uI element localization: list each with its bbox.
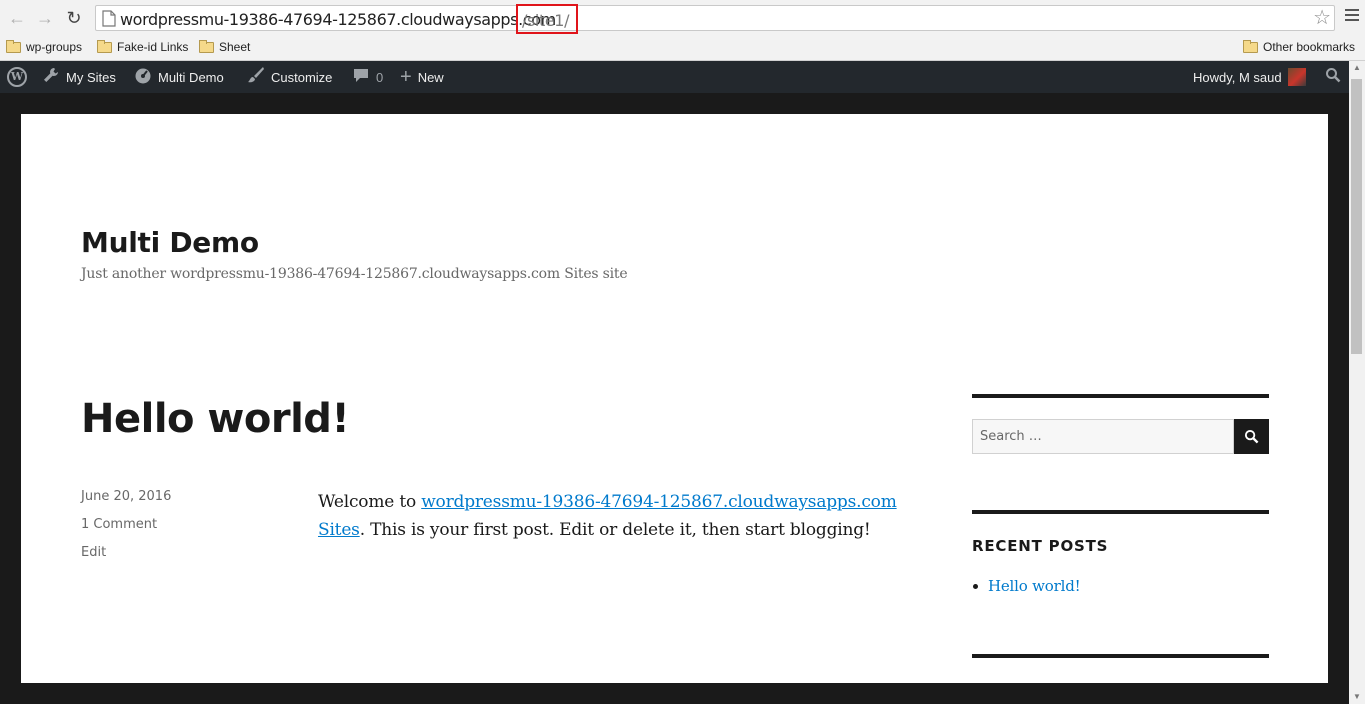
browser-toolbar: ← → ↻ wordpressmu-19386-47694-125867.clo…	[0, 0, 1365, 36]
customize-link[interactable]: Customize	[247, 61, 332, 93]
post-body-prefix: Welcome to	[318, 492, 422, 512]
bookmark-label: wp-groups	[26, 40, 83, 54]
list-bullet	[973, 584, 978, 589]
bookmark-wp-groups[interactable]: wp-groups	[6, 39, 83, 54]
site-name-label: Multi Demo	[158, 69, 224, 85]
wordpress-logo-icon: W	[7, 67, 27, 87]
dashboard-icon	[134, 66, 152, 88]
url-host: wordpressmu-19386-47694-125867.cloudways…	[120, 10, 556, 29]
folder-icon	[97, 39, 112, 53]
scroll-down-icon[interactable]: ▼	[1349, 690, 1365, 704]
forward-arrow-icon[interactable]: →	[34, 7, 56, 29]
page-scrollbar[interactable]: ▲ ▼	[1349, 61, 1365, 704]
my-sites-menu[interactable]: My Sites	[42, 61, 116, 93]
recent-post-link[interactable]: Hello world!	[988, 577, 1081, 595]
menu-icon[interactable]	[1345, 9, 1359, 23]
back-arrow-icon[interactable]: ←	[6, 7, 28, 29]
widget-divider	[972, 510, 1269, 514]
new-content-menu[interactable]: + New	[400, 61, 444, 93]
search-input[interactable]: Search …	[972, 419, 1234, 454]
star-icon[interactable]: ☆	[1313, 7, 1331, 29]
search-toggle[interactable]	[1325, 61, 1341, 93]
post-title[interactable]: Hello world!	[81, 396, 350, 442]
plus-icon: +	[400, 66, 412, 88]
folder-icon	[1243, 39, 1258, 53]
site-name-menu[interactable]: Multi Demo	[134, 61, 224, 93]
wrench-icon	[42, 66, 60, 88]
post-body-suffix: . This is your first post. Edit or delet…	[359, 520, 871, 540]
widget-divider	[972, 654, 1269, 658]
other-bookmarks[interactable]: Other bookmarks	[1243, 39, 1356, 54]
page-icon	[102, 10, 116, 27]
search-icon	[1325, 67, 1341, 87]
folder-icon	[6, 39, 21, 53]
comment-bubble-icon	[352, 66, 370, 88]
wp-logo-menu[interactable]: W	[7, 61, 27, 93]
post-date[interactable]: June 20, 2016	[81, 489, 171, 504]
bookmark-label: Sheet	[219, 40, 251, 54]
comments-link[interactable]: 0	[352, 61, 383, 93]
reload-icon[interactable]: ↻	[63, 7, 85, 29]
bookmark-fake-id-links[interactable]: Fake-id Links	[97, 39, 189, 54]
avatar	[1287, 68, 1306, 86]
bookmark-label: Fake-id Links	[117, 40, 189, 54]
recent-posts-heading: RECENT POSTS	[972, 537, 1109, 555]
url-path-highlighted: /site1/	[516, 4, 578, 34]
scroll-thumb[interactable]	[1351, 79, 1362, 354]
search-button[interactable]	[1234, 419, 1269, 454]
comments-count: 0	[376, 69, 384, 85]
address-bar[interactable]: wordpressmu-19386-47694-125867.cloudways…	[95, 4, 1335, 34]
site-description: Just another wordpressmu-19386-47694-125…	[81, 266, 628, 282]
customize-label: Customize	[271, 69, 333, 85]
my-account-menu[interactable]: Howdy, M saud	[1193, 61, 1306, 93]
folder-icon	[199, 39, 214, 53]
wp-admin-bar: W My Sites Multi Demo Customize 0 + New …	[0, 61, 1356, 93]
bookmarks-bar: wp-groups Fake-id Links Sheet Other book…	[0, 36, 1365, 61]
other-bookmarks-label: Other bookmarks	[1263, 40, 1356, 54]
widget-divider	[972, 394, 1269, 398]
scroll-up-icon[interactable]: ▲	[1349, 61, 1365, 75]
post-edit-link[interactable]: Edit	[81, 545, 106, 560]
post-comments-link[interactable]: 1 Comment	[81, 517, 157, 532]
search-icon	[1244, 429, 1259, 444]
howdy-label: Howdy, M saud	[1193, 69, 1282, 85]
my-sites-label: My Sites	[66, 69, 116, 85]
post-content: Welcome to wordpressmu-19386-47694-12586…	[318, 488, 898, 544]
paintbrush-icon	[247, 66, 265, 88]
new-label: New	[417, 69, 444, 85]
site-title[interactable]: Multi Demo	[81, 226, 259, 259]
bookmark-sheet[interactable]: Sheet	[199, 39, 251, 54]
